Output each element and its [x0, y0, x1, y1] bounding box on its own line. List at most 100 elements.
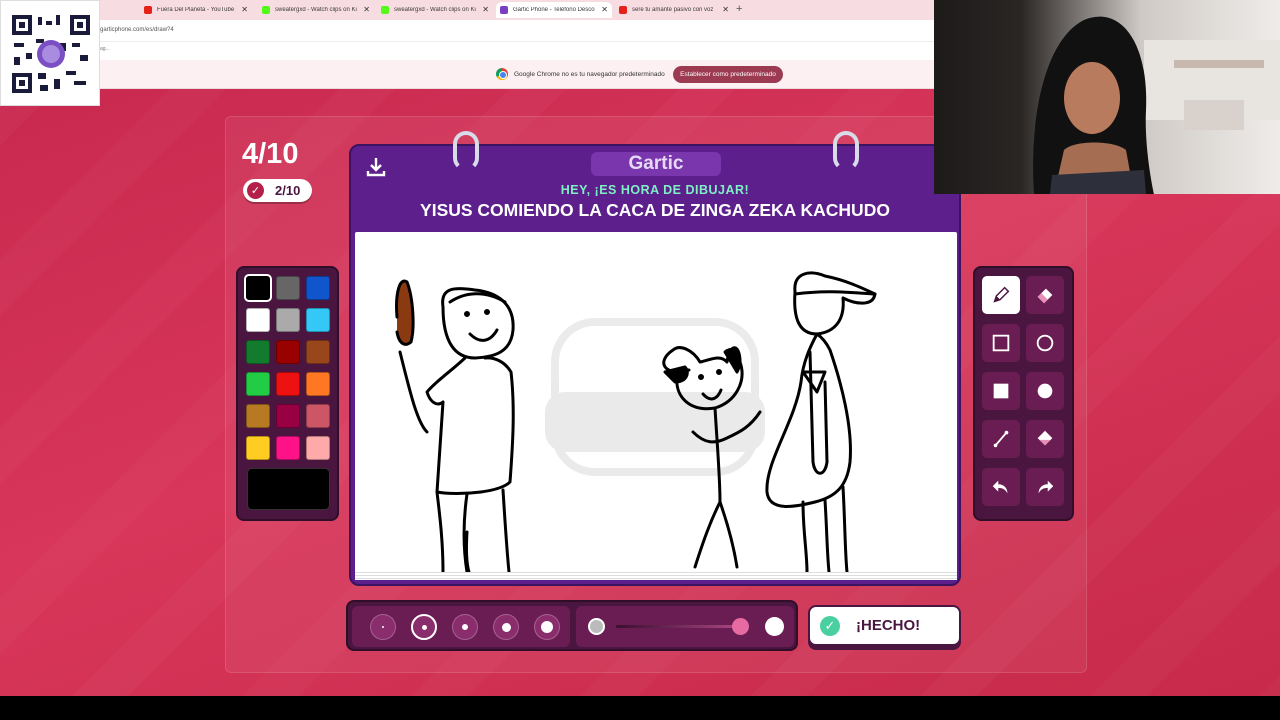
tab-close-icon[interactable]: ✕ — [363, 5, 370, 14]
bucket-tool[interactable] — [1026, 420, 1064, 458]
color-swatch[interactable] — [246, 340, 270, 364]
done-label: ¡HECHO! — [856, 617, 921, 634]
brush-size-button[interactable] — [534, 614, 560, 640]
drawing-canvas[interactable] — [355, 232, 957, 580]
prompt-title: HEY, ¡ES HORA DE DIBUJAR! — [560, 183, 750, 197]
score-badge: ✓ 2/10 — [243, 179, 312, 202]
brush-size-selector — [352, 606, 570, 647]
undo-icon — [992, 480, 1008, 494]
chrome-logo-icon — [496, 68, 508, 80]
color-swatch[interactable] — [306, 340, 330, 364]
canvas-edge — [355, 572, 957, 580]
tab-close-icon[interactable]: ✕ — [482, 5, 489, 14]
kick-icon — [262, 6, 270, 14]
opacity-track[interactable] — [616, 625, 746, 628]
brush-size-dot — [541, 621, 553, 633]
eraser-icon — [1037, 288, 1053, 304]
pencil-tool[interactable] — [982, 276, 1020, 314]
redo-tool[interactable] — [1026, 468, 1064, 506]
gartic-icon — [500, 6, 508, 14]
browser-tab-bar: Fuera Del Planeta - YouTube ✕ sweatergxd… — [0, 0, 934, 20]
undo-tool[interactable] — [982, 468, 1020, 506]
drawing-strokes — [395, 271, 877, 574]
color-swatch[interactable] — [306, 276, 330, 300]
webcam-overlay — [934, 0, 1280, 194]
card-header: Gartic HEY, ¡ES HORA DE DIBUJAR! YISUS C… — [351, 131, 959, 230]
line-tool[interactable] — [982, 420, 1020, 458]
default-browser-infobar — [0, 60, 934, 89]
rectangle-outline-tool[interactable] — [982, 324, 1020, 362]
browser-tab-kick-1[interactable]: sweatergxd - Watch clips on Ki ✕ — [258, 2, 374, 18]
tab-title: Fuera Del Planeta - YouTube — [157, 7, 235, 13]
tab-close-icon[interactable]: ✕ — [601, 5, 608, 14]
color-palette — [236, 266, 339, 521]
binder-ring — [453, 131, 479, 171]
gartic-logo: Gartic — [591, 152, 721, 176]
set-default-button[interactable]: Establecer como predeterminado — [673, 66, 783, 83]
brush-size-button[interactable] — [411, 614, 437, 640]
brush-size-button[interactable] — [452, 614, 478, 640]
color-swatch[interactable] — [276, 436, 300, 460]
brush-size-dot — [382, 626, 384, 628]
circle-outline-icon — [1036, 334, 1054, 352]
color-swatch[interactable] — [276, 404, 300, 428]
tab-close-icon[interactable]: ✕ — [241, 5, 248, 14]
color-swatch[interactable] — [306, 308, 330, 332]
color-swatch[interactable] — [246, 308, 270, 332]
download-icon[interactable] — [365, 156, 387, 178]
color-swatch[interactable] — [276, 340, 300, 364]
circle-fill-icon — [1037, 383, 1053, 399]
tab-title: sweatergxd - Watch clips on Ki — [394, 7, 476, 13]
opacity-slider[interactable] — [576, 606, 794, 647]
color-swatch[interactable] — [276, 308, 300, 332]
score-text: 2/10 — [275, 183, 301, 198]
color-swatch[interactable] — [246, 372, 270, 396]
browser-tab-youtube[interactable]: Fuera Del Planeta - YouTube ✕ — [140, 2, 252, 18]
tab-title: Gartic Phone - Teléfono Desco — [513, 7, 595, 13]
opacity-min-icon — [588, 618, 605, 635]
line-icon — [993, 430, 1009, 448]
color-swatch[interactable] — [306, 372, 330, 396]
redo-icon — [1038, 480, 1054, 494]
color-swatch[interactable] — [246, 404, 270, 428]
browser-tab-gartic[interactable]: Gartic Phone - Teléfono Desco ✕ — [496, 2, 612, 18]
kick-icon — [381, 6, 389, 14]
color-swatch[interactable] — [276, 276, 300, 300]
qr-code-icon — [10, 13, 92, 95]
color-swatch[interactable] — [306, 436, 330, 460]
bookmarks-bar: ag... — [0, 42, 934, 60]
brush-size-dot — [421, 624, 427, 630]
pencil-icon — [993, 286, 1010, 303]
infobar-message: Google Chrome no es tu navegador predete… — [514, 71, 665, 78]
new-tab-button[interactable]: + — [736, 3, 742, 15]
done-button[interactable]: ✓ ¡HECHO! — [808, 605, 961, 646]
tab-title: sere tu amante pasivo con voz — [632, 7, 714, 13]
browser-tab-kick-2[interactable]: sweatergxd - Watch clips on Ki ✕ — [377, 2, 493, 18]
rectangle-fill-tool[interactable] — [982, 372, 1020, 410]
check-icon: ✓ — [247, 182, 264, 199]
round-counter: 4/10 — [242, 138, 299, 170]
color-swatch[interactable] — [276, 372, 300, 396]
drawing-card: Gartic HEY, ¡ES HORA DE DIBUJAR! YISUS C… — [349, 131, 961, 586]
letterbox-strip — [0, 696, 1280, 720]
prompt-text: YISUS COMIENDO LA CACA DE ZINGA ZEKA KAC… — [420, 200, 890, 220]
check-icon: ✓ — [820, 615, 840, 636]
eraser-tool[interactable] — [1026, 276, 1064, 314]
circle-fill-tool[interactable] — [1026, 372, 1064, 410]
youtube-icon — [619, 6, 627, 14]
brush-size-button[interactable] — [370, 614, 396, 640]
qr-code-overlay — [0, 0, 100, 106]
color-swatch[interactable] — [306, 404, 330, 428]
tab-close-icon[interactable]: ✕ — [722, 5, 729, 14]
youtube-icon — [144, 6, 152, 14]
opacity-thumb[interactable] — [731, 618, 749, 635]
color-swatch[interactable] — [246, 436, 270, 460]
browser-tab-youtube-2[interactable]: sere tu amante pasivo con voz ✕ — [615, 2, 733, 18]
circle-outline-tool[interactable] — [1026, 324, 1064, 362]
url-text[interactable]: garticphone.com/es/draw?4 — [100, 27, 174, 33]
color-swatch[interactable] — [244, 274, 272, 302]
bookmark-item[interactable]: ag... — [100, 46, 110, 52]
brush-size-dot — [501, 622, 511, 632]
address-bar[interactable]: garticphone.com/es/draw?4 — [0, 20, 934, 42]
brush-size-button[interactable] — [493, 614, 519, 640]
